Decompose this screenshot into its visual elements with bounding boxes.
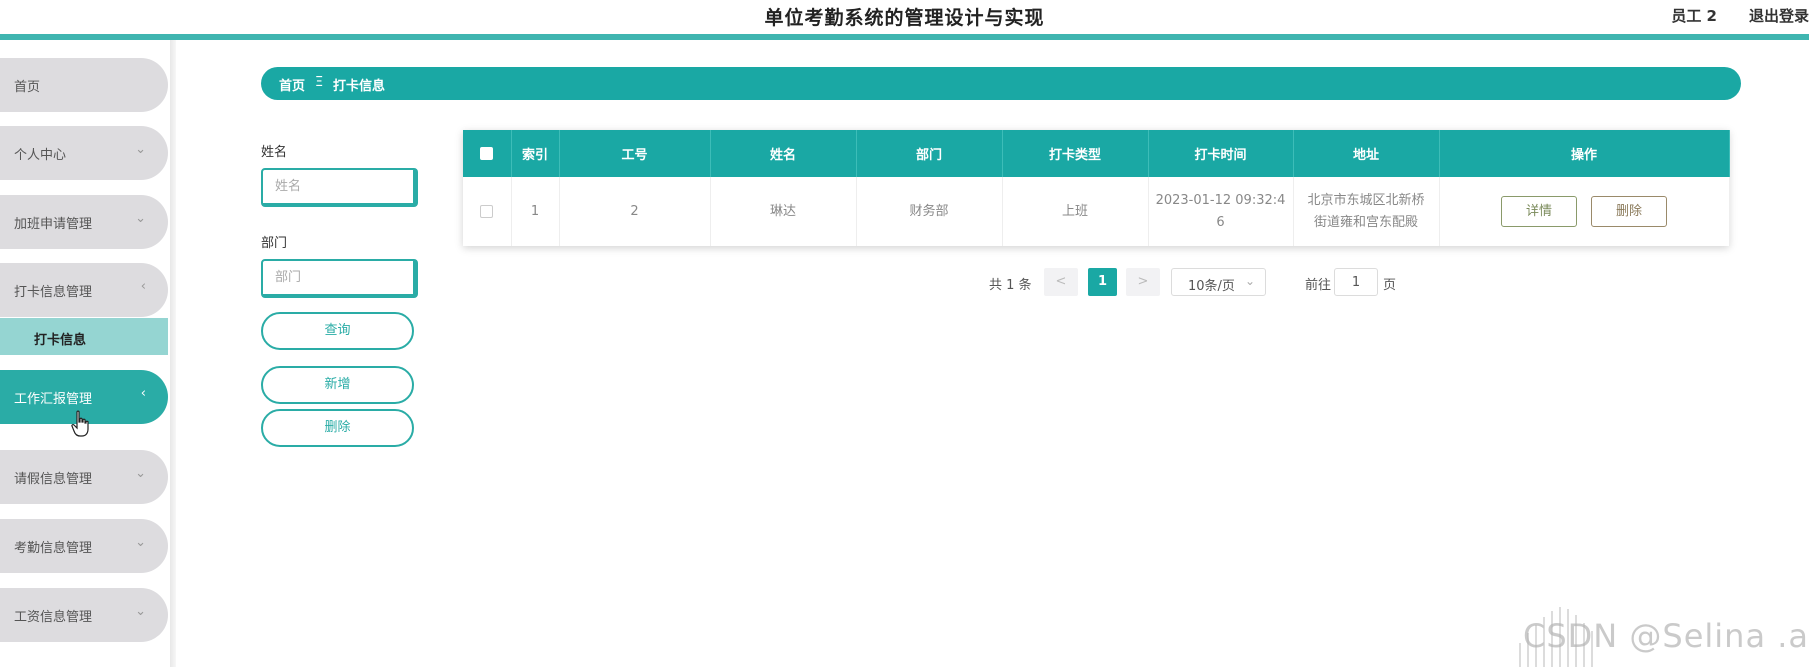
sidebar-item-overtime[interactable]: 加班申请管理 ⌄ xyxy=(0,195,168,249)
sidebar-item-label: 个人中心 xyxy=(14,148,67,163)
page-size-select[interactable]: 10条/页 ⌄ xyxy=(1171,268,1266,296)
sidebar-item-punch-info[interactable]: 打卡信息管理 ‹ xyxy=(0,263,168,317)
goto-page-input[interactable] xyxy=(1334,268,1378,296)
row-delete-button[interactable]: 删除 xyxy=(1591,196,1667,227)
sidebar-item-label: 加班申请管理 xyxy=(14,217,93,232)
punch-time-line: 2023-01-12 09:32:4 xyxy=(1155,192,1286,208)
page-number-button[interactable]: 1 xyxy=(1088,268,1117,296)
column-header: 地址 xyxy=(1293,130,1440,177)
page-size-value: 10条/页 xyxy=(1188,279,1235,294)
dept-cell: 财务部 xyxy=(856,177,1003,246)
column-header: 姓名 xyxy=(710,130,857,177)
current-user: 员工 2 xyxy=(1671,7,1717,25)
column-header: 部门 xyxy=(856,130,1003,177)
page-suffix: 页 xyxy=(1383,278,1397,293)
punch-time-line: 6 xyxy=(1216,214,1225,230)
column-header: 打卡类型 xyxy=(1002,130,1149,177)
add-button[interactable]: 新增 xyxy=(261,366,414,404)
prev-page-button[interactable]: < xyxy=(1044,268,1078,296)
pagination-total: 共 1 条 xyxy=(989,278,1032,293)
name-cell: 琳达 xyxy=(710,177,857,246)
chevron-down-icon: ⌄ xyxy=(1244,274,1255,288)
sidebar-item-attendance[interactable]: 考勤信息管理 ⌄ xyxy=(0,519,168,573)
chevron-left-icon: ‹ xyxy=(140,386,146,401)
table-header-row: 索引 工号 姓名 部门 打卡类型 打卡时间 地址 操作 xyxy=(463,130,1730,177)
chevron-down-icon: ⌄ xyxy=(135,604,146,619)
sidebar-subitem-punch-info[interactable]: 打卡信息 xyxy=(0,318,168,355)
table-row: 1 2 琳达 财务部 上班 2023-01-12 09:32:4 6 北京市东城… xyxy=(463,177,1730,246)
next-page-button[interactable]: > xyxy=(1126,268,1160,296)
chevron-down-icon: ⌄ xyxy=(135,535,146,550)
actions-cell: 详情 删除 xyxy=(1439,177,1730,246)
sidebar-item-label: 请假信息管理 xyxy=(14,472,93,487)
sidebar-item-label: 工作汇报管理 xyxy=(14,392,93,407)
sidebar-item-label: 工资信息管理 xyxy=(14,610,93,625)
app-title: 单位考勤系统的管理设计与实现 xyxy=(764,7,1045,29)
column-header: 打卡时间 xyxy=(1148,130,1294,177)
chevron-down-icon: ⌄ xyxy=(135,211,146,226)
dept-label: 部门 xyxy=(261,236,288,251)
breadcrumb-current: 打卡信息 xyxy=(333,79,386,94)
query-button[interactable]: 查询 xyxy=(261,312,414,350)
logout-link[interactable]: 退出登录 xyxy=(1749,5,1809,26)
punch-type-cell: 上班 xyxy=(1002,177,1149,246)
name-label: 姓名 xyxy=(261,145,288,160)
chevron-down-icon: ⌄ xyxy=(135,142,146,157)
column-header: 工号 xyxy=(559,130,711,177)
name-search-input[interactable] xyxy=(261,168,418,207)
breadcrumb-home[interactable]: 首页 xyxy=(279,75,305,94)
sidebar-item-leave[interactable]: 请假信息管理 ⌄ xyxy=(0,450,168,504)
watermark-text: CSDN @Selina .a xyxy=(1522,617,1809,655)
punch-info-table: 索引 工号 姓名 部门 打卡类型 打卡时间 地址 操作 1 2 琳达 财务部 上… xyxy=(463,130,1730,246)
submenu-label: 打卡信息 xyxy=(34,333,87,348)
breadcrumb: 首页 Ξ 打卡信息 xyxy=(261,67,1741,100)
column-header: 操作 xyxy=(1439,130,1730,177)
header-accent-bar xyxy=(0,34,1809,40)
batch-delete-button[interactable]: 删除 xyxy=(261,409,414,447)
address-line: 街道雍和宫东配殿 xyxy=(1313,214,1418,230)
chevron-down-icon: ⌄ xyxy=(135,466,146,481)
emp-no-cell: 2 xyxy=(559,177,711,246)
sidebar-item-label: 打卡信息管理 xyxy=(14,285,93,300)
sidebar-item-personal-center[interactable]: 个人中心 ⌄ xyxy=(0,126,168,180)
column-header: 索引 xyxy=(511,130,560,177)
sidebar-item-home[interactable]: 首页 xyxy=(0,58,168,112)
goto-label: 前往 xyxy=(1305,278,1332,293)
address-cell: 北京市东城区北新桥 街道雍和宫东配殿 xyxy=(1293,177,1440,246)
chevron-left-icon: ‹ xyxy=(140,279,146,294)
breadcrumb-separator-icon: Ξ xyxy=(315,75,324,90)
address-line: 北京市东城区北新桥 xyxy=(1307,192,1425,208)
sidebar-item-label: 考勤信息管理 xyxy=(14,541,93,556)
row-checkbox[interactable] xyxy=(480,204,494,218)
row-select-cell xyxy=(463,177,512,246)
sidebar-item-salary[interactable]: 工资信息管理 ⌄ xyxy=(0,588,168,642)
top-header: 单位考勤系统的管理设计与实现 员工 2 退出登录 xyxy=(0,0,1809,34)
select-all-checkbox[interactable] xyxy=(480,147,494,160)
detail-button[interactable]: 详情 xyxy=(1501,196,1577,227)
punch-time-cell: 2023-01-12 09:32:4 6 xyxy=(1148,177,1294,246)
dept-search-input[interactable] xyxy=(261,259,418,298)
sidebar-divider xyxy=(170,40,176,667)
select-all-cell xyxy=(463,130,512,177)
sidebar-item-label: 首页 xyxy=(14,80,41,95)
hand-cursor-icon xyxy=(71,410,89,437)
index-cell: 1 xyxy=(511,177,560,246)
